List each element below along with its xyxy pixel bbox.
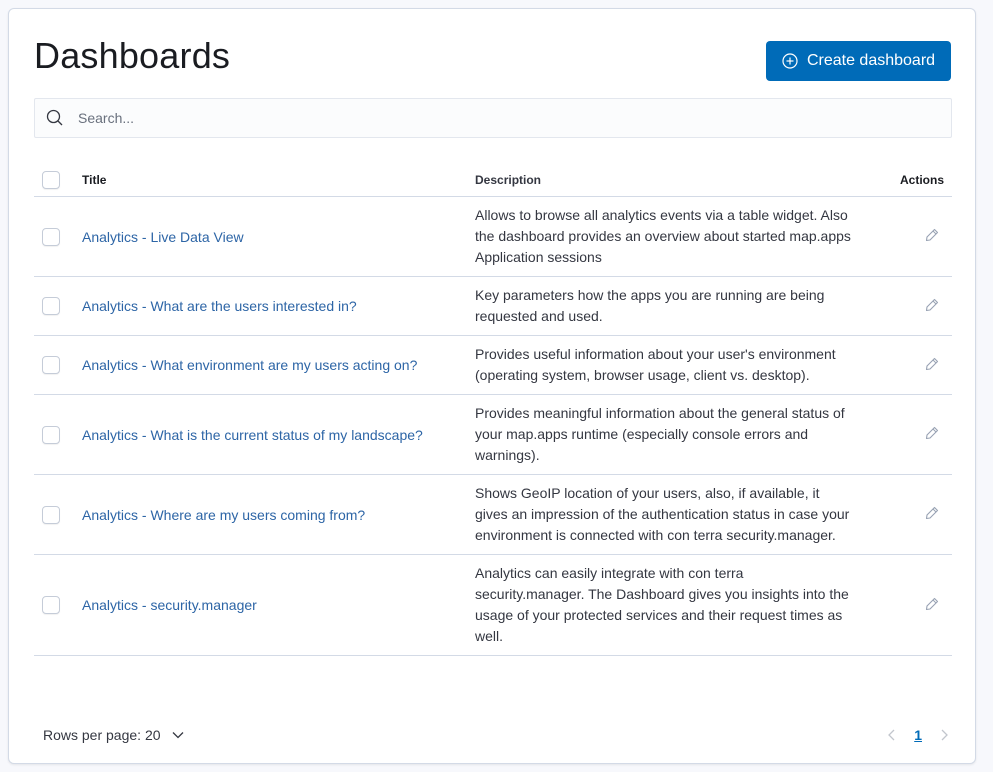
dashboard-title-link[interactable]: Analytics - What is the current status o… [82, 427, 423, 443]
pencil-icon [925, 506, 939, 520]
chevron-left-icon[interactable] [886, 728, 898, 742]
table-footer: Rows per page: 20 1 [42, 718, 952, 752]
pagination: 1 [886, 727, 950, 743]
dashboard-description: Provides meaningful information about th… [475, 394, 865, 475]
search-input[interactable] [76, 109, 880, 127]
dashboard-description: Provides useful information about your u… [475, 335, 865, 395]
dashboards-panel: Dashboards Create dashboard Title Descri… [8, 8, 976, 764]
rows-per-page-label: Rows per page: 20 [43, 727, 161, 743]
edit-button[interactable] [924, 596, 940, 612]
dashboard-description: Shows GeoIP location of your users, also… [475, 474, 865, 555]
edit-button[interactable] [924, 297, 940, 313]
row-checkbox[interactable] [42, 505, 60, 524]
dashboard-title-link[interactable]: Analytics - security.manager [82, 597, 257, 613]
pencil-icon [925, 228, 939, 242]
rows-per-page-button[interactable]: Rows per page: 20 [43, 727, 185, 743]
row-checkbox[interactable] [42, 227, 60, 246]
pencil-icon [925, 597, 939, 610]
create-dashboard-button[interactable]: Create dashboard [766, 41, 951, 81]
dashboard-title-link[interactable]: Analytics - What environment are my user… [82, 357, 417, 373]
dashboard-description: Allows to browse all analytics events vi… [475, 196, 865, 277]
dashboard-title-link[interactable]: Analytics - Live Data View [82, 229, 244, 245]
plus-circle-icon [782, 53, 798, 69]
table-row: Analytics - Live Data View Allows to bro… [34, 196, 952, 277]
table-row: Analytics - Where are my users coming fr… [34, 474, 952, 555]
page-title: Dashboards [34, 35, 231, 76]
dashboard-description: Analytics can easily integrate with con … [475, 554, 865, 656]
select-all-checkbox[interactable] [42, 171, 60, 189]
edit-button[interactable] [924, 356, 940, 372]
chevron-down-icon [172, 732, 183, 739]
dashboard-title-link[interactable]: Analytics - Where are my users coming fr… [82, 507, 365, 523]
edit-button[interactable] [924, 425, 940, 441]
create-dashboard-label: Create dashboard [806, 52, 936, 69]
table-row: Analytics - security.manager Analytics c… [34, 554, 952, 656]
column-header-description[interactable]: Description [475, 164, 865, 197]
table-header-row: Title Description Actions [34, 164, 952, 197]
chevron-right-icon[interactable] [938, 728, 950, 742]
row-checkbox[interactable] [42, 356, 60, 374]
column-header-title[interactable]: Title [82, 164, 475, 197]
row-checkbox[interactable] [42, 596, 60, 614]
pencil-icon [925, 357, 939, 370]
page-1-link[interactable]: 1 [914, 727, 922, 743]
edit-button[interactable] [924, 227, 940, 243]
dashboards-table: Title Description Actions Analytics - Li… [34, 164, 952, 656]
dashboard-description: Key parameters how the apps you are runn… [475, 276, 865, 336]
search-bar[interactable] [34, 98, 952, 138]
search-icon [46, 109, 63, 126]
column-header-actions: Actions [865, 164, 952, 197]
table-row: Analytics - What is the current status o… [34, 394, 952, 475]
row-checkbox[interactable] [42, 297, 60, 315]
table-row: Analytics - What are the users intereste… [34, 276, 952, 336]
table-row: Analytics - What environment are my user… [34, 335, 952, 395]
pencil-icon [925, 298, 939, 311]
row-checkbox[interactable] [42, 425, 60, 444]
pencil-icon [925, 426, 939, 440]
dashboard-title-link[interactable]: Analytics - What are the users intereste… [82, 298, 357, 314]
edit-button[interactable] [924, 505, 940, 521]
